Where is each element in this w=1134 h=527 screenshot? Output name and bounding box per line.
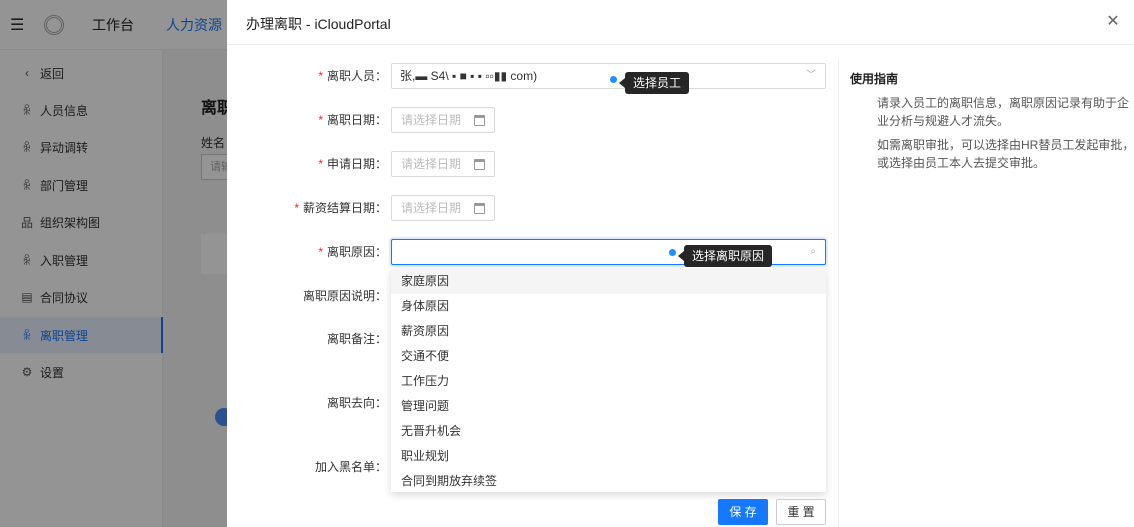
chevron-down-icon: ﹀ <box>806 70 816 81</box>
calendar-icon <box>474 159 485 170</box>
search-icon: ⌕ <box>810 246 816 257</box>
drawer-header: 办理离职 - iCloudPortal ✕ <box>227 0 1134 45</box>
employee-label: * 离职人员： <box>318 69 387 83</box>
reason-desc-label: 离职原因说明： <box>302 289 387 303</box>
reason-tooltip: 选择离职原因 <box>677 245 773 267</box>
resignation-drawer: 办理离职 - iCloudPortal ✕ * 离职人员： 张,▬ S4\ ▪ ■… <box>227 0 1134 527</box>
guide-title: 使用指南 <box>850 72 899 86</box>
destination-label: 离职去向： <box>326 396 387 410</box>
list-item[interactable]: 交通不便 <box>391 344 826 369</box>
employee-tooltip: 选择员工 <box>618 72 690 94</box>
guide-paragraph: 如需离职审批，可以选择由HR替员工发起审批，或选择由员工本人去提交审批。 <box>877 138 1134 170</box>
divider <box>838 60 839 527</box>
list-item[interactable]: 管理问题 <box>391 394 826 419</box>
salary-date-label: * 薪资结算日期： <box>294 201 387 215</box>
guide-paragraph: 请录入员工的离职信息，离职原因记录有助于企业分析与规避人才流失。 <box>877 96 1130 128</box>
employee-value: 张,▬ S4\ ▪ ■ ▪ ▪ ▫▫▮▮ com) <box>400 69 538 83</box>
remark-label: 离职备注： <box>326 332 387 346</box>
tooltip-dot <box>669 249 676 256</box>
required-mark: * <box>294 201 299 215</box>
required-mark: * <box>318 245 323 259</box>
apply-date-picker[interactable]: 请选择日期 <box>391 151 495 177</box>
leave-date-label: * 离职日期： <box>318 113 387 127</box>
leave-date-picker[interactable]: 请选择日期 <box>391 107 495 133</box>
salary-date-picker[interactable]: 请选择日期 <box>391 195 495 221</box>
calendar-icon <box>474 203 485 214</box>
list-item[interactable]: 无晋升机会 <box>391 419 826 444</box>
apply-date-label: * 申请日期： <box>318 157 387 171</box>
list-item[interactable]: 工作压力 <box>391 369 826 394</box>
required-mark: * <box>318 113 323 127</box>
close-icon[interactable]: ✕ <box>1103 12 1123 32</box>
apply-date-placeholder: 请选择日期 <box>401 157 462 171</box>
tooltip-dot <box>610 76 617 83</box>
drawer-title: 办理离职 - iCloudPortal <box>246 16 391 32</box>
list-item[interactable]: 身体原因 <box>391 294 826 319</box>
salary-date-placeholder: 请选择日期 <box>401 201 462 215</box>
required-mark: * <box>318 157 323 171</box>
calendar-icon <box>474 115 485 126</box>
save-button[interactable]: 保 存 <box>718 499 768 525</box>
reset-button[interactable]: 重 置 <box>776 499 826 525</box>
list-item[interactable]: 职业规划 <box>391 444 826 469</box>
reason-label: * 离职原因： <box>318 245 387 259</box>
list-item[interactable]: 薪资原因 <box>391 319 826 344</box>
list-item[interactable]: 合同到期放弃续签 <box>391 469 826 492</box>
employee-select[interactable]: 张,▬ S4\ ▪ ■ ▪ ▪ ▫▫▮▮ com) ﹀ <box>391 63 826 89</box>
list-item[interactable]: 家庭原因 <box>391 269 826 294</box>
leave-date-placeholder: 请选择日期 <box>401 113 462 127</box>
blacklist-label: 加入黑名单： <box>314 460 387 474</box>
required-mark: * <box>318 69 323 83</box>
reason-dropdown: 家庭原因 身体原因 薪资原因 交通不便 工作压力 管理问题 无晋升机会 职业规划… <box>391 269 826 492</box>
